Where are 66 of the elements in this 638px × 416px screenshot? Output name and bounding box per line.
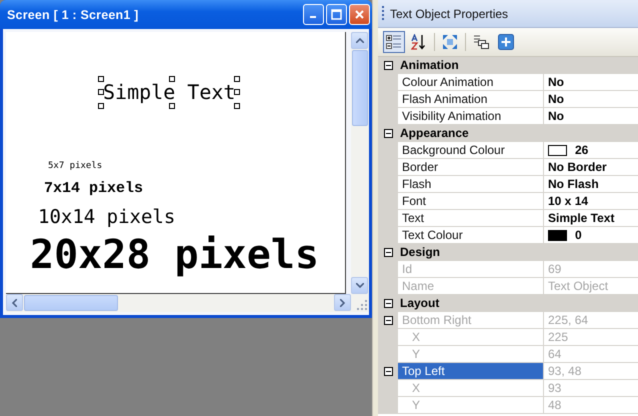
resize-grip-icon[interactable] [357, 300, 367, 310]
selection-handle[interactable] [98, 103, 104, 109]
property-value[interactable]: 10 x 14 [548, 194, 588, 208]
property-value[interactable]: No Flash [548, 177, 599, 191]
collapse-icon[interactable] [384, 60, 392, 70]
canvas-text[interactable]: 20x28 pixels [30, 235, 319, 275]
chevron-up-icon [356, 38, 364, 43]
horizontal-scrollbar[interactable] [6, 294, 351, 312]
property-value[interactable]: No [548, 92, 564, 106]
selection-handle[interactable] [234, 103, 240, 109]
scroll-left-button[interactable] [6, 294, 23, 311]
plus-icon [498, 34, 514, 50]
property-value[interactable]: No [548, 75, 564, 89]
scroll-right-button[interactable] [334, 294, 351, 311]
selection-handle[interactable] [234, 76, 240, 82]
chevron-down-icon [356, 283, 364, 288]
property-value[interactable]: Simple Text [548, 211, 614, 225]
panel-title: Text Object Properties [390, 6, 508, 20]
vertical-scrollbar[interactable] [351, 32, 369, 294]
close-button[interactable] [349, 4, 370, 25]
canvas-text[interactable]: 7x14 pixels [44, 181, 144, 196]
property-pages-icon [473, 34, 489, 50]
add-button[interactable] [495, 31, 517, 53]
scroll-up-button[interactable] [351, 32, 368, 49]
category-label[interactable]: Animation [398, 58, 459, 72]
window-title: Screen [ 1 : Screen1 ] [6, 8, 139, 22]
maximize-icon [331, 9, 342, 20]
grip-icon[interactable] [382, 6, 385, 22]
scroll-thumb[interactable] [24, 295, 118, 311]
selection-handle[interactable] [98, 89, 104, 95]
chevron-right-icon [340, 298, 345, 306]
collapse-icon[interactable] [384, 298, 392, 308]
minimize-button[interactable] [303, 4, 324, 25]
sort-az-icon [411, 34, 427, 50]
selection-handle[interactable] [169, 76, 176, 82]
canvas-text[interactable]: 5x7 pixels [48, 162, 102, 171]
category-label[interactable]: Layout [398, 296, 440, 310]
property-name[interactable]: Text [398, 210, 544, 227]
property-value[interactable]: No Border [548, 160, 607, 174]
property-name[interactable]: Font [398, 193, 544, 210]
maximize-button[interactable] [326, 4, 347, 25]
property-value[interactable]: 0 [575, 228, 582, 242]
property-name[interactable]: Flash [398, 176, 544, 193]
property-name[interactable]: Border [398, 159, 544, 176]
selection-handle[interactable] [169, 103, 176, 109]
categorized-button[interactable] [383, 31, 405, 53]
property-name[interactable]: Colour Animation [398, 74, 544, 91]
property-name[interactable]: Background Colour [398, 142, 544, 159]
selection-handle[interactable] [98, 76, 104, 82]
scroll-thumb[interactable] [352, 50, 368, 126]
property-name[interactable]: Flash Animation [398, 91, 544, 108]
category-label[interactable]: Design [398, 245, 440, 259]
scroll-down-button[interactable] [351, 277, 368, 294]
canvas-text[interactable]: 10x14 pixels [38, 208, 176, 227]
expand-icon [442, 34, 458, 50]
selection-handle[interactable] [234, 89, 240, 95]
collapse-icon[interactable] [384, 248, 392, 256]
chevron-left-icon [12, 298, 17, 306]
collapse-icon[interactable] [384, 128, 392, 138]
category-label[interactable]: Appearance [398, 126, 469, 140]
close-icon [354, 9, 365, 20]
canvas-text[interactable]: Simple Text [103, 80, 236, 104]
property-value[interactable]: 26 [575, 143, 588, 157]
categorized-icon [386, 34, 402, 50]
property-value[interactable]: No [548, 109, 564, 123]
row-gutter [378, 397, 398, 414]
